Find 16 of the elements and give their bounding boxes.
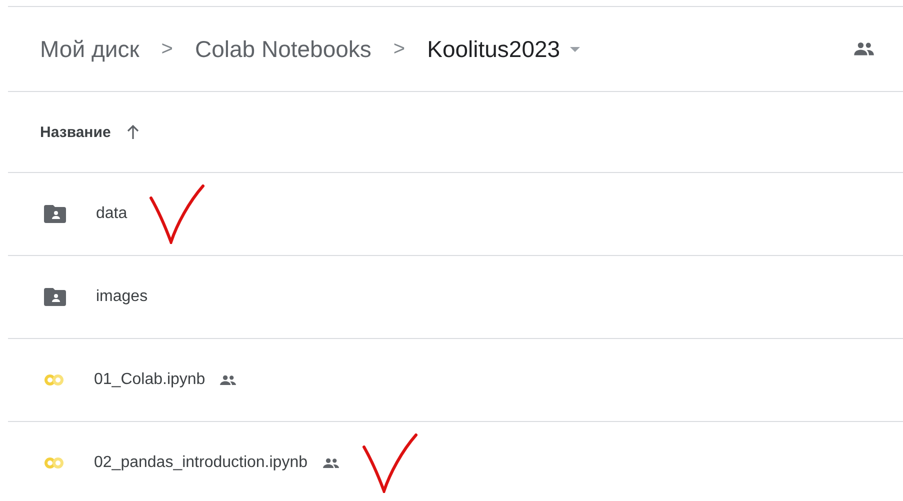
- dropdown-caret-icon[interactable]: [570, 46, 580, 52]
- file-name[interactable]: images: [96, 288, 148, 306]
- shared-folder-icon: [44, 205, 66, 223]
- file-name[interactable]: 02_pandas_introduction.ipynb: [94, 454, 308, 472]
- sort-up-arrow-icon[interactable]: [126, 125, 139, 139]
- breadcrumb-separator: >: [393, 38, 406, 60]
- file-name[interactable]: data: [96, 205, 128, 223]
- colab-logo-icon: [44, 457, 64, 469]
- breadcrumb-link[interactable]: Мой диск: [40, 36, 140, 62]
- current-folder[interactable]: Koolitus2023: [427, 36, 560, 62]
- breadcrumb-separator: >: [161, 38, 173, 60]
- shared-folder-icon: [44, 288, 66, 306]
- breadcrumb-link[interactable]: Colab Notebooks: [194, 36, 372, 62]
- file-name[interactable]: 01_Colab.ipynb: [94, 371, 206, 389]
- colab-logo-icon: [44, 374, 64, 386]
- name-column-header[interactable]: Название: [40, 124, 111, 140]
